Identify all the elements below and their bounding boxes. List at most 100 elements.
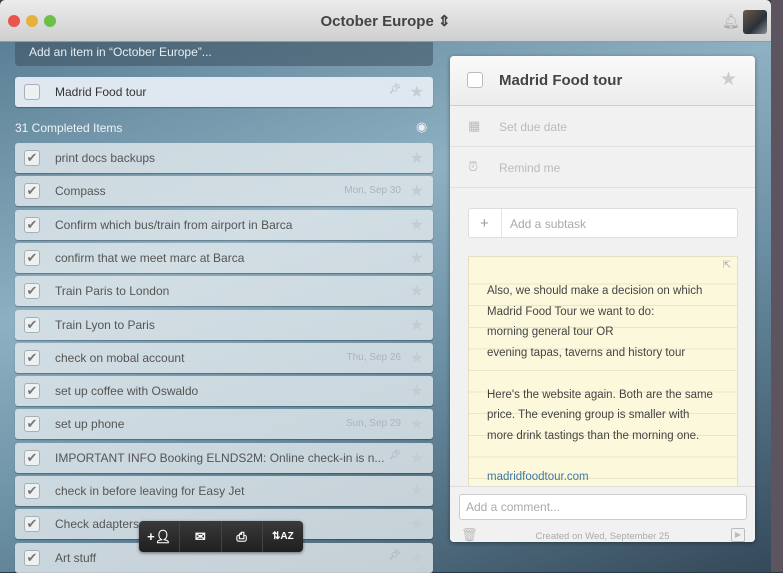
star-icon[interactable]: ★ [410, 381, 424, 401]
remind-label: Remind me [499, 161, 561, 175]
star-icon[interactable]: ★ [410, 448, 424, 468]
due-date: Mon, Sep 30 [344, 185, 401, 197]
task-checkbox[interactable]: ✔ [24, 449, 40, 466]
mail-icon[interactable]: ✉ [180, 521, 222, 552]
task-label: set up phone [55, 417, 125, 432]
star-icon[interactable]: ★ [410, 215, 424, 235]
task-label: Madrid Food tour [55, 85, 147, 99]
task-checkbox[interactable]: ✔ [24, 183, 40, 200]
star-icon[interactable]: ★ [410, 281, 424, 301]
detail-checkbox[interactable] [467, 72, 483, 88]
completed-task-row[interactable]: ✔ Train Lyon to Paris ★ [15, 309, 433, 340]
subtask-input[interactable]: + Add a subtask [468, 208, 738, 238]
completed-task-row[interactable]: ✔ print docs backups ★ [15, 143, 433, 173]
pin-icon: 📌︎ [388, 549, 401, 561]
task-checkbox[interactable]: ✔ [24, 416, 40, 433]
star-icon[interactable]: ★ [410, 315, 424, 335]
star-icon[interactable]: ★ [410, 248, 424, 268]
completed-task-row[interactable]: ✔ set up coffee with Oswaldo ★ [15, 376, 433, 407]
comment-input[interactable]: Add a comment... [459, 494, 747, 520]
note-line: Also, we should make a decision on which [487, 285, 703, 297]
task-checkbox[interactable]: ✔ [24, 249, 40, 266]
task-checkbox[interactable]: ✔ [24, 150, 40, 166]
note-area[interactable]: ⇱ Also, we should make a decision on whi… [468, 256, 738, 488]
sort-az-icon[interactable]: ⇅AZ [263, 521, 303, 552]
detail-header: Madrid Food tour ★ [450, 56, 755, 106]
title-bar: October Europe ⇕ 🔔︎ [0, 0, 771, 42]
detail-footer: Add a comment... 🗑︎ Created on Wed, Sept… [450, 486, 755, 542]
avatar[interactable] [743, 10, 767, 34]
note-line [487, 447, 719, 468]
eye-icon[interactable]: ◉ [416, 119, 427, 135]
task-checkbox[interactable]: ✔ [24, 349, 40, 366]
note-line: price. The evening group is smaller with [487, 409, 690, 422]
alarm-clock-icon: ⏰︎ [468, 159, 479, 174]
calendar-icon: ▦ [468, 118, 481, 133]
updown-icon: ⇕ [437, 13, 451, 30]
completed-task-row[interactable]: ✔ Compass Mon, Sep 30 ★ [15, 176, 433, 207]
star-icon[interactable]: ★ [410, 414, 424, 434]
plus-icon[interactable]: + [480, 215, 489, 232]
note-text: Also, we should make a decision on which… [487, 281, 719, 467]
task-label: Check adapters [55, 517, 140, 532]
task-checkbox[interactable]: ✔ [24, 283, 40, 300]
add-item-input[interactable]: Add an item in “October Europe”... [15, 42, 433, 66]
task-label: check in before leaving for Easy Jet [55, 484, 245, 498]
task-label: Compass [55, 184, 106, 199]
task-checkbox[interactable]: ✔ [24, 383, 40, 400]
task-label: Confirm which bus/train from airport in … [55, 217, 293, 232]
star-icon[interactable]: ★ [410, 181, 424, 201]
desktop-edge [771, 0, 783, 572]
completed-task-row[interactable]: ✔ check in before leaving for Easy Jet ★ [15, 476, 433, 506]
hide-detail-icon[interactable]: ▶ [731, 528, 745, 542]
star-icon[interactable]: ★ [720, 68, 737, 91]
completed-task-row[interactable]: ✔ Confirm which bus/train from airport in… [15, 209, 433, 240]
completed-task-row[interactable]: ✔ check on mobal account Thu, Sep 26 ★ [15, 342, 433, 373]
task-checkbox[interactable]: ✔ [24, 316, 40, 333]
note-line: more drink tastings than the morning one… [487, 429, 700, 442]
task-label: set up coffee with Oswaldo [55, 384, 199, 399]
active-task-row[interactable]: Madrid Food tour 📌︎ ★ [15, 77, 433, 107]
pin-icon: 📌︎ [388, 84, 401, 95]
task-label: Train Paris to London [55, 284, 170, 299]
task-checkbox[interactable]: ✔ [24, 216, 40, 233]
task-checkbox[interactable] [24, 84, 40, 100]
completed-task-row[interactable]: ✔ confirm that we meet marc at Barca ★ [15, 242, 433, 273]
task-checkbox[interactable]: ✔ [24, 483, 40, 499]
detail-panel: Madrid Food tour ★ ▦ Set due date ⏰︎ Rem… [450, 56, 755, 542]
completed-items-header[interactable]: 31 Completed Items [15, 121, 122, 135]
detail-title[interactable]: Madrid Food tour [499, 72, 622, 89]
print-icon[interactable]: ⎙ [222, 521, 263, 552]
task-checkbox[interactable]: ✔ [24, 516, 40, 533]
list-title[interactable]: October Europe ⇕ [0, 12, 771, 30]
divider [501, 209, 502, 237]
task-label: Art stuff [55, 550, 97, 565]
star-icon[interactable]: ★ [410, 148, 424, 168]
subtask-placeholder: Add a subtask [510, 217, 587, 231]
expand-note-icon[interactable]: ⇱ [723, 260, 731, 272]
completed-task-row[interactable]: ✔ set up phone Sun, Sep 29 ★ [15, 409, 433, 440]
task-checkbox[interactable]: ✔ [24, 549, 40, 566]
task-label: check on mobal account [55, 350, 185, 365]
star-icon[interactable]: ★ [410, 514, 424, 534]
star-icon[interactable]: ★ [410, 481, 424, 501]
completed-task-row[interactable]: ✔ Train Paris to London ★ [15, 276, 433, 307]
completed-task-row[interactable]: ✔ IMPORTANT INFO Booking ELNDS2M: Online … [15, 442, 433, 473]
star-icon[interactable]: ★ [410, 82, 424, 102]
note-link[interactable]: madridfoodtour.com [487, 471, 589, 483]
star-icon[interactable]: ★ [410, 548, 424, 568]
pin-icon: 📌︎ [388, 449, 401, 461]
due-date-row[interactable]: ▦ Set due date [450, 106, 755, 147]
star-icon[interactable]: ★ [410, 348, 424, 368]
note-line: Here's the website again. Both are the s… [487, 388, 713, 401]
note-line: Madrid Food Tour we want to do: [487, 305, 655, 318]
add-person-icon[interactable]: +👤︎ [139, 521, 181, 552]
note-line [487, 364, 719, 385]
remind-row[interactable]: ⏰︎ Remind me [450, 147, 755, 188]
task-label: confirm that we meet marc at Barca [55, 250, 245, 265]
list-toolbar: +👤︎ ✉ ⎙ ⇅AZ [139, 521, 303, 552]
created-date: Created on Wed, September 25 [535, 531, 670, 542]
bell-icon[interactable]: 🔔︎ [722, 13, 740, 30]
task-label: print docs backups [55, 151, 156, 165]
task-label: IMPORTANT INFO Booking ELNDS2M: Online c… [55, 450, 385, 465]
